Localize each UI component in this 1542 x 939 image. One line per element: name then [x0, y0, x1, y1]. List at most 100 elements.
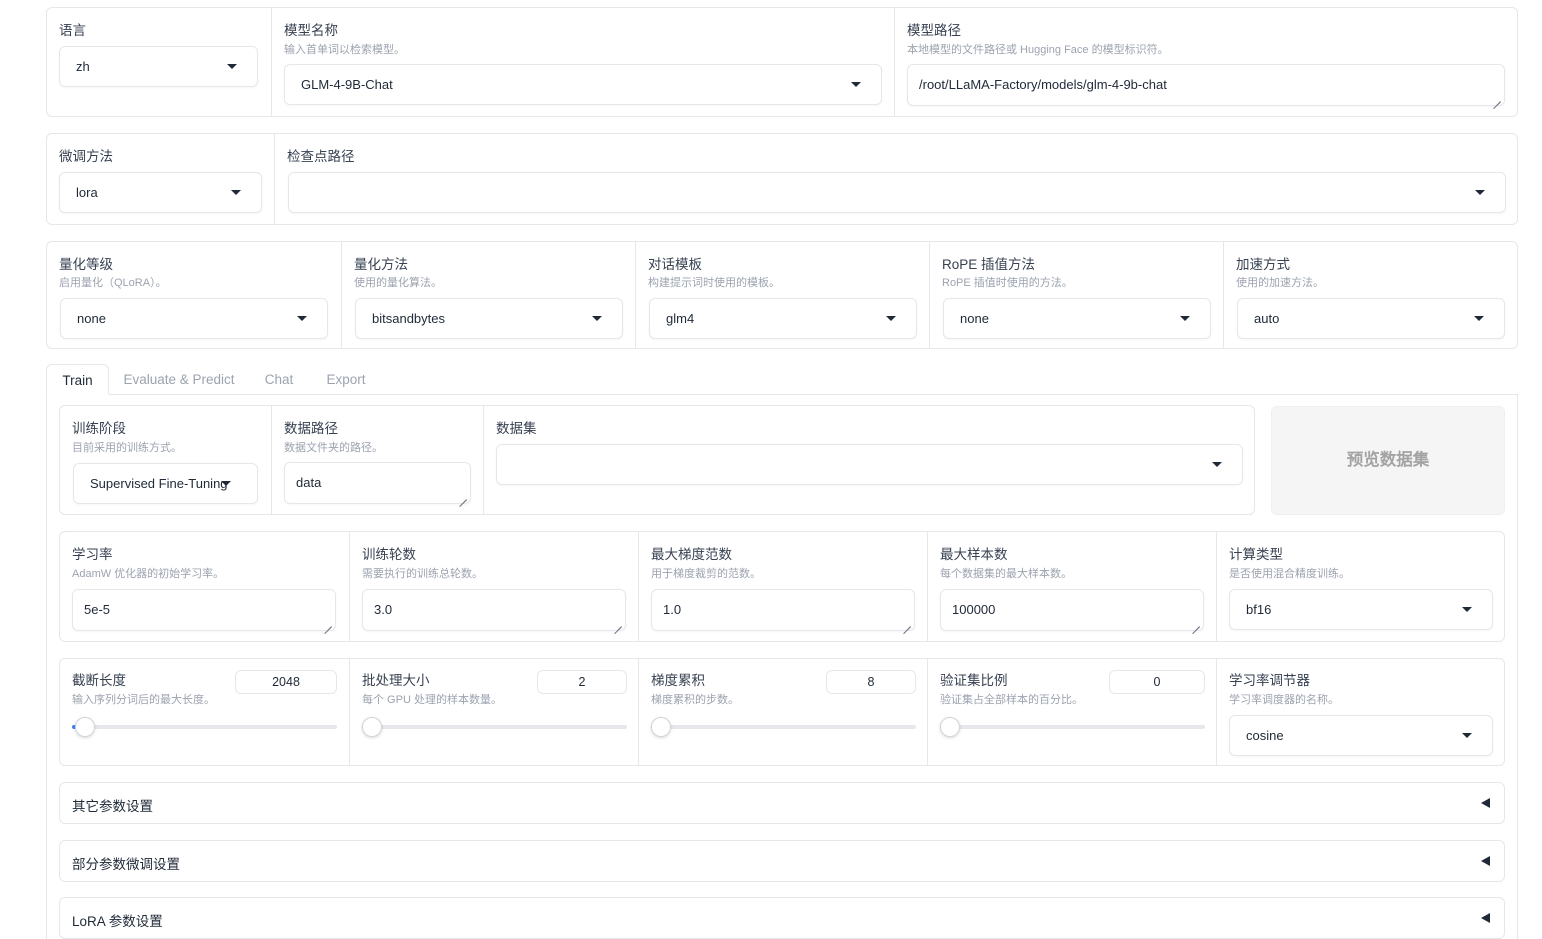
epochs-input[interactable]: 3.0: [362, 589, 626, 631]
checkpoint-dropdown[interactable]: [288, 172, 1506, 213]
template-dropdown[interactable]: glm4: [649, 298, 917, 339]
quant-method-label: 量化方法: [354, 257, 408, 272]
lr-info: AdamW 优化器的初始学习率。: [72, 568, 225, 580]
model-name-dropdown[interactable]: GLM-4-9B-Chat: [284, 64, 882, 105]
lr-value: 5e-5: [84, 602, 111, 617]
accordion-freeze-settings[interactable]: 部分参数微调设置: [59, 840, 1505, 882]
dataset-dir-label: 数据路径: [284, 421, 338, 436]
lr-input[interactable]: 5e-5: [72, 589, 336, 631]
chevron-down-icon: [227, 64, 237, 69]
rope-dropdown[interactable]: none: [943, 298, 1211, 339]
resize-grip-icon[interactable]: [1192, 619, 1200, 627]
max-samples-value: 100000: [952, 602, 996, 617]
model-name-info: 输入首单词以检索模型。: [284, 44, 405, 56]
quant-method-info: 使用的量化算法。: [354, 277, 442, 289]
model-config-row: 语言 zh 模型名称 输入首单词以检索模型。 GLM-4-9B-Chat 模型路…: [46, 7, 1518, 117]
finetune-cell: 微调方法 lora: [47, 134, 274, 224]
resize-grip-icon[interactable]: [324, 619, 332, 627]
chevron-down-icon: [1180, 316, 1190, 321]
dataset-dropdown[interactable]: [496, 444, 1243, 485]
cutoff-label: 截断长度: [72, 673, 126, 688]
stage-value: Supervised Fine-Tuning: [90, 476, 228, 491]
cutoff-slider-track[interactable]: [72, 725, 337, 729]
val-size-info: 验证集占全部样本的百分比。: [940, 694, 1083, 706]
stage-info: 目前采用的训练方式。: [72, 442, 182, 454]
dataset-dir-cell: 数据路径 数据文件夹的路径。 data: [271, 406, 483, 514]
rope-label: RoPE 插值方法: [942, 257, 1036, 272]
lang-value: zh: [76, 59, 90, 74]
batch-slider-track[interactable]: [362, 725, 627, 729]
val-size-slider-thumb[interactable]: [940, 717, 960, 737]
resize-grip-icon[interactable]: [614, 619, 622, 627]
tab-chat[interactable]: Chat: [259, 364, 299, 395]
tab-train[interactable]: Train: [46, 364, 109, 395]
finetune-row: 微调方法 lora 检查点路径: [46, 133, 1518, 225]
grad-accum-info: 梯度累积的步数。: [651, 694, 739, 706]
dataset-row: 训练阶段 目前采用的训练方式。 Supervised Fine-Tuning 数…: [59, 405, 1255, 515]
batch-slider-thumb[interactable]: [362, 717, 382, 737]
grad-accum-slider-track[interactable]: [651, 725, 916, 729]
stage-cell: 训练阶段 目前采用的训练方式。 Supervised Fine-Tuning: [60, 406, 271, 514]
val-size-cell: 验证集比例 验证集占全部样本的百分比。 0: [927, 659, 1216, 765]
quant-bit-dropdown[interactable]: none: [60, 298, 328, 339]
tab-export[interactable]: Export: [321, 364, 371, 395]
chevron-down-icon: [221, 481, 231, 486]
scheduler-dropdown[interactable]: cosine: [1229, 715, 1493, 756]
quant-row: 量化等级 启用量化（QLoRA）。 none 量化方法 使用的量化算法。 bit…: [46, 241, 1518, 349]
compute-type-cell: 计算类型 是否使用混合精度训练。 bf16: [1216, 532, 1504, 641]
lr-cell: 学习率 AdamW 优化器的初始学习率。 5e-5: [60, 532, 349, 641]
model-path-input[interactable]: /root/LLaMA-Factory/models/glm-4-9b-chat: [907, 64, 1505, 106]
finetune-value: lora: [76, 185, 98, 200]
val-size-number-input[interactable]: 0: [1109, 670, 1205, 694]
cutoff-slider-thumb[interactable]: [75, 717, 95, 737]
booster-label: 加速方式: [1236, 257, 1290, 272]
quant-method-cell: 量化方法 使用的量化算法。 bitsandbytes: [341, 242, 635, 348]
booster-value: auto: [1254, 311, 1280, 326]
chevron-left-icon: [1481, 798, 1490, 808]
finetune-label: 微调方法: [59, 149, 113, 164]
max-samples-info: 每个数据集的最大样本数。: [940, 568, 1072, 580]
accordion-freeze-title: 部分参数微调设置: [72, 857, 180, 872]
booster-dropdown[interactable]: auto: [1237, 298, 1505, 339]
slider-row: 截断长度 输入序列分词后的最大长度。 2048 批处理大小 每个 GPU 处理的…: [59, 658, 1505, 766]
accordion-lora-settings[interactable]: LoRA 参数设置: [59, 897, 1505, 939]
compute-type-dropdown[interactable]: bf16: [1229, 589, 1493, 630]
dataset-cell: 数据集: [483, 406, 1254, 514]
chevron-down-icon: [1212, 462, 1222, 467]
dataset-dir-input[interactable]: data: [284, 462, 471, 504]
grad-norm-info: 用于梯度裁剪的范数。: [651, 568, 761, 580]
preview-dataset-button[interactable]: 预览数据集: [1271, 406, 1505, 515]
compute-type-info: 是否使用混合精度训练。: [1229, 568, 1350, 580]
epochs-label: 训练轮数: [362, 547, 416, 562]
template-label: 对话模板: [648, 257, 702, 272]
scheduler-cell: 学习率调节器 学习率调度器的名称。 cosine: [1216, 659, 1504, 765]
batch-label: 批处理大小: [362, 673, 430, 688]
grad-accum-number-input[interactable]: 8: [826, 670, 916, 694]
val-size-label: 验证集比例: [940, 673, 1008, 688]
chevron-down-icon: [886, 316, 896, 321]
batch-cell: 批处理大小 每个 GPU 处理的样本数量。 2: [349, 659, 638, 765]
val-size-slider-track[interactable]: [940, 725, 1205, 729]
quant-method-dropdown[interactable]: bitsandbytes: [355, 298, 623, 339]
cutoff-cell: 截断长度 输入序列分词后的最大长度。 2048: [60, 659, 349, 765]
grad-norm-value: 1.0: [663, 602, 682, 617]
finetune-dropdown[interactable]: lora: [59, 172, 262, 213]
batch-info: 每个 GPU 处理的样本数量。: [362, 694, 502, 706]
tab-evaluate-predict[interactable]: Evaluate & Predict: [119, 364, 239, 395]
batch-number-input[interactable]: 2: [537, 670, 627, 694]
chevron-down-icon: [1474, 316, 1484, 321]
resize-grip-icon[interactable]: [459, 492, 467, 500]
compute-type-label: 计算类型: [1229, 547, 1283, 562]
grad-norm-input[interactable]: 1.0: [651, 589, 915, 631]
stage-dropdown[interactable]: Supervised Fine-Tuning: [73, 463, 258, 504]
quant-bit-label: 量化等级: [59, 257, 113, 272]
max-samples-input[interactable]: 100000: [940, 589, 1204, 631]
grad-norm-label: 最大梯度范数: [651, 547, 732, 562]
cutoff-number-input[interactable]: 2048: [235, 670, 337, 694]
resize-grip-icon[interactable]: [1493, 94, 1501, 102]
accordion-extra-settings[interactable]: 其它参数设置: [59, 782, 1505, 824]
grad-accum-slider-thumb[interactable]: [651, 717, 671, 737]
resize-grip-icon[interactable]: [903, 619, 911, 627]
chevron-down-icon: [851, 82, 861, 87]
lang-dropdown[interactable]: zh: [59, 46, 258, 87]
